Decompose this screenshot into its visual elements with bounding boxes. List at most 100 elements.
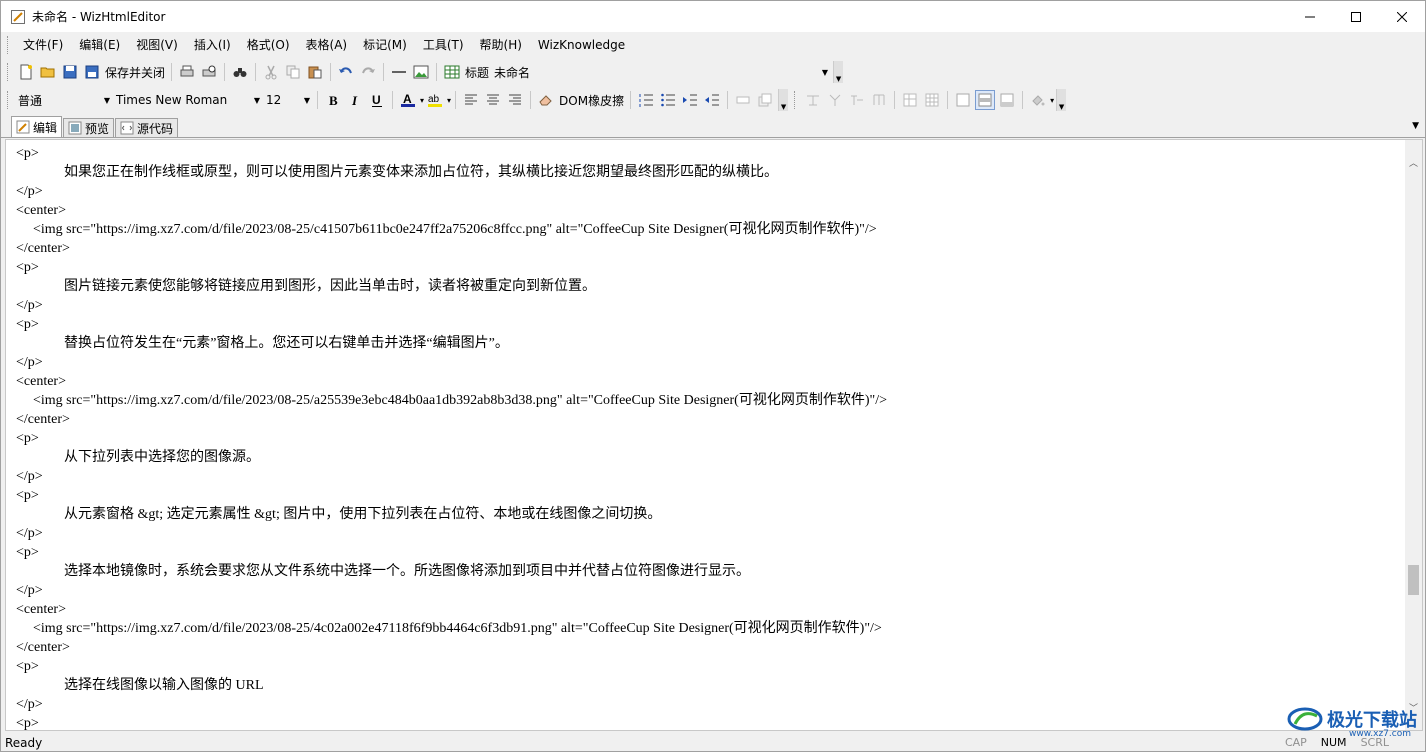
toolbar-grip[interactable] [794, 91, 798, 109]
cell-props-button[interactable] [922, 90, 942, 110]
table-props-button[interactable] [900, 90, 920, 110]
dom-eraser-button[interactable]: DOM橡皮擦 [557, 92, 626, 109]
scroll-up-icon[interactable]: ︿ [1405, 154, 1422, 171]
menu-wizknowledge[interactable]: WizKnowledge [530, 32, 633, 58]
scissors-icon [265, 65, 277, 80]
copy-button[interactable] [283, 62, 303, 82]
tab-preview-label: 预览 [85, 121, 110, 136]
save-close-button[interactable]: 保存并关闭 [103, 64, 167, 81]
print-preview-icon [202, 65, 216, 77]
overflow-chevron-icon: ▼ [835, 75, 842, 83]
form-field-button[interactable] [733, 90, 753, 110]
align-right-button[interactable] [505, 90, 525, 110]
toolbar-grip[interactable] [7, 91, 11, 109]
font-color-button[interactable]: A [398, 90, 418, 110]
toolbar-overflow-button[interactable]: ▼ [1056, 89, 1067, 111]
tab-preview[interactable]: 预览 [63, 118, 115, 137]
separator [436, 63, 438, 81]
align-left-button[interactable] [461, 90, 481, 110]
code-line: 从下拉列表中选择您的图像源。 [64, 450, 260, 465]
new-button[interactable] [16, 62, 36, 82]
border-none-button[interactable] [953, 90, 973, 110]
split-cell-button[interactable] [803, 90, 823, 110]
redo-button[interactable] [358, 62, 378, 82]
close-button[interactable] [1379, 1, 1425, 32]
maximize-button[interactable] [1333, 1, 1379, 32]
code-line: </center> [16, 412, 70, 427]
menu-view[interactable]: 视图(V) [128, 32, 186, 58]
numbered-list-icon [639, 94, 654, 107]
menu-insert[interactable]: 插入(I) [186, 32, 239, 58]
dom-eraser-icon-wrap[interactable] [536, 90, 556, 110]
code-line: </p> [16, 526, 43, 541]
align-center-button[interactable] [483, 90, 503, 110]
open-button[interactable] [38, 62, 58, 82]
font-color-dropdown-icon[interactable]: ▾ [420, 96, 424, 105]
layer-button[interactable] [755, 90, 775, 110]
minimize-button[interactable] [1287, 1, 1333, 32]
toolbar-grip[interactable] [7, 63, 11, 81]
window-controls [1287, 1, 1425, 32]
menu-help[interactable]: 帮助(H) [472, 32, 530, 58]
paste-button[interactable] [305, 62, 325, 82]
vertical-scrollbar[interactable]: ︿ ﹀ [1405, 140, 1422, 730]
title-combobox[interactable]: 未命名 ▼ [491, 62, 831, 82]
binoculars-icon [233, 68, 247, 77]
menu-table[interactable]: 表格(A) [298, 32, 356, 58]
insert-column-button[interactable] [869, 90, 889, 110]
edit-pencil-icon [16, 120, 30, 134]
bullet-list-button[interactable] [658, 90, 678, 110]
code-line: <p> [16, 431, 39, 446]
outdent-button[interactable] [702, 90, 722, 110]
indent-icon [683, 94, 698, 106]
border-bottom-button[interactable] [997, 90, 1017, 110]
highlight-dropdown-icon[interactable]: ▾ [447, 96, 451, 105]
maximize-icon [1351, 11, 1361, 22]
code-line: </p> [16, 469, 43, 484]
tab-source[interactable]: 源代码 [115, 118, 179, 137]
paragraph-style-select[interactable]: 普通 ▼ [15, 90, 113, 110]
insert-row-button[interactable] [847, 90, 867, 110]
border-middle-button[interactable] [975, 90, 996, 110]
insert-table-button[interactable] [442, 62, 462, 82]
save-close-button-icon-wrap[interactable] [82, 62, 102, 82]
menubar-grip[interactable] [7, 36, 11, 54]
horizontal-rule-button[interactable] [389, 62, 409, 82]
underline-button[interactable]: U [367, 90, 387, 110]
tab-edit[interactable]: 编辑 [11, 116, 63, 137]
scroll-thumb[interactable] [1408, 565, 1419, 595]
highlight-color-button[interactable]: ab [425, 90, 445, 110]
title-label: 标题 [465, 65, 490, 80]
toolbar-overflow-button[interactable]: ▼ [778, 89, 789, 111]
menu-format[interactable]: 格式(O) [239, 32, 298, 58]
italic-button[interactable]: I [345, 90, 365, 110]
fill-color-dropdown-icon[interactable]: ▾ [1050, 96, 1054, 105]
chevron-down-icon: ▼ [253, 95, 260, 105]
print-button[interactable] [177, 62, 197, 82]
chevron-down-icon: ▼ [103, 95, 110, 105]
indent-button[interactable] [680, 90, 700, 110]
print-preview-button[interactable] [199, 62, 219, 82]
paragraph-style-value: 普通 [18, 93, 43, 108]
code-line: <center> [16, 602, 66, 617]
menu-edit[interactable]: 编辑(E) [71, 32, 128, 58]
menu-markup[interactable]: 标记(M) [355, 32, 415, 58]
fill-color-button[interactable] [1028, 90, 1048, 110]
find-button[interactable] [230, 62, 250, 82]
font-size-select[interactable]: 12 ▼ [263, 90, 313, 110]
source-editor[interactable]: <p> 如果您正在制作线框或原型，则可以使用图片元素变体来添加占位符，其纵横比接近… [5, 139, 1423, 731]
merge-cells-button[interactable] [825, 90, 845, 110]
undo-button[interactable] [336, 62, 356, 82]
cut-button[interactable] [261, 62, 281, 82]
insert-column-icon [873, 94, 885, 105]
separator [330, 63, 332, 81]
save-button[interactable] [60, 62, 80, 82]
numbered-list-button[interactable] [636, 90, 656, 110]
tab-menu-chevron-icon[interactable]: ▼ [1412, 121, 1419, 131]
bold-button[interactable]: B [323, 90, 343, 110]
toolbar-overflow-button[interactable]: ▼ [833, 61, 844, 83]
menu-file[interactable]: 文件(F) [15, 32, 71, 58]
menu-tools[interactable]: 工具(T) [415, 32, 472, 58]
font-family-select[interactable]: Times New Roman ▼ [113, 90, 263, 110]
insert-image-button[interactable] [411, 62, 431, 82]
